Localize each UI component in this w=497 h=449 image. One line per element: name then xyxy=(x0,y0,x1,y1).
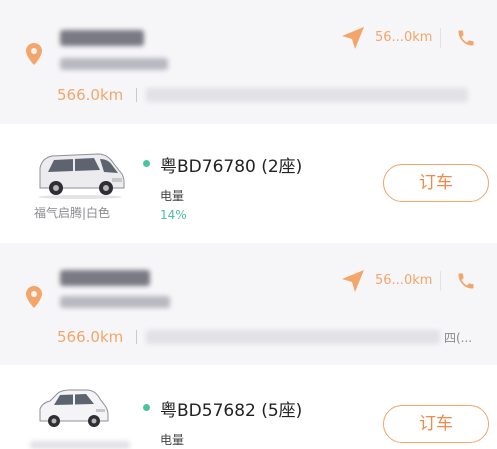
store-code-redacted xyxy=(60,296,170,308)
battery-label: 电量 xyxy=(160,433,185,447)
separator xyxy=(136,88,137,102)
separator xyxy=(136,330,137,344)
store-distance: 566.0km xyxy=(57,328,124,346)
phone-icon[interactable] xyxy=(456,28,476,48)
battery-label: 电量 xyxy=(160,189,185,203)
phone-icon[interactable] xyxy=(456,271,476,291)
divider xyxy=(440,28,441,48)
store-name-redacted xyxy=(60,30,144,46)
nav-distance: 56...0km xyxy=(375,30,433,45)
car-model-label: 福气启腾|白色 xyxy=(34,206,111,220)
car-model-redacted xyxy=(30,441,130,449)
store-address-redacted xyxy=(146,330,440,344)
store-code-redacted xyxy=(60,58,168,70)
map-pin-icon xyxy=(26,43,42,65)
store-address-redacted xyxy=(146,88,468,102)
nav-distance: 56...0km xyxy=(375,273,433,288)
store-name-redacted xyxy=(60,270,150,286)
address-tail: 四(... xyxy=(444,331,473,345)
book-car-button[interactable]: 订车 xyxy=(383,164,489,202)
store-distance: 566.0km xyxy=(57,86,124,104)
map-pin-icon xyxy=(26,286,42,308)
hatchback-icon xyxy=(39,389,109,427)
divider xyxy=(440,271,441,291)
status-dot xyxy=(143,404,150,411)
status-dot xyxy=(143,160,150,167)
book-car-button[interactable]: 订车 xyxy=(383,405,489,443)
battery-value: 14% xyxy=(160,208,187,222)
store-header-2[interactable]: 56...0km 566.0km 四(... xyxy=(0,243,497,365)
van-icon xyxy=(38,153,125,199)
car-list-item-1[interactable]: 福气启腾|白色 粤BD76780 (2座) 电量 14% 订车 xyxy=(0,124,497,243)
store-header-1[interactable]: 56...0km 566.0km xyxy=(0,0,497,124)
car-plate: 粤BD57682 (5座) xyxy=(160,401,303,421)
car-plate: 粤BD76780 (2座) xyxy=(160,157,303,177)
navigation-arrow-icon[interactable] xyxy=(340,25,366,51)
car-list-item-2[interactable]: 粤BD57682 (5座) 电量 订车 xyxy=(0,365,497,449)
navigation-arrow-icon[interactable] xyxy=(340,268,366,294)
